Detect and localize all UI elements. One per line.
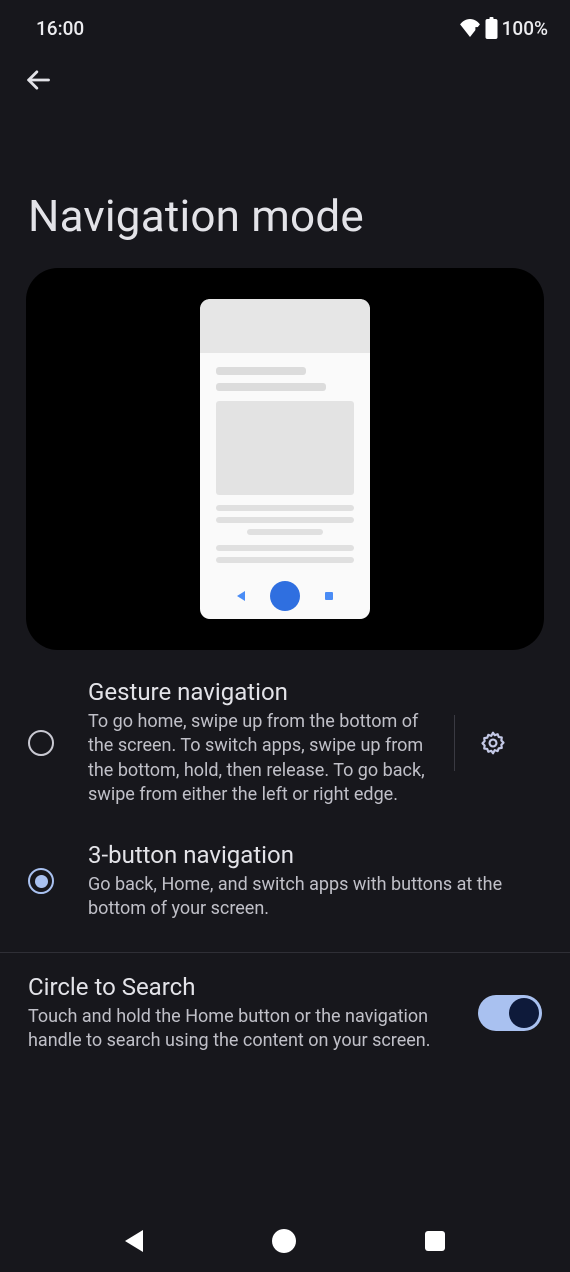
- system-home-button[interactable]: [272, 1229, 296, 1253]
- status-bar: 16:00 100%: [0, 0, 570, 50]
- mock-back-icon: [237, 591, 245, 601]
- option-title: Gesture navigation: [88, 678, 438, 706]
- option-description: To go home, swipe up from the bottom of …: [88, 710, 438, 807]
- system-nav-bar: [0, 1210, 570, 1272]
- option-title: 3-button navigation: [88, 841, 542, 869]
- mock-home-icon: [270, 581, 300, 611]
- option-text: 3-button navigation Go back, Home, and s…: [88, 841, 542, 922]
- back-button[interactable]: [22, 64, 54, 96]
- option-text: Gesture navigation To go home, swipe up …: [88, 678, 438, 807]
- wifi-icon: [459, 19, 481, 37]
- toggle-title: Circle to Search: [28, 973, 460, 1001]
- circle-to-search-toggle[interactable]: [478, 995, 542, 1031]
- gear-icon: [480, 730, 506, 756]
- switch-thumb: [509, 998, 539, 1028]
- radio-three-button[interactable]: [28, 868, 54, 894]
- phone-mockup: [200, 299, 370, 619]
- system-back-button[interactable]: [125, 1230, 143, 1252]
- navigation-preview: [26, 268, 544, 650]
- option-gesture-navigation[interactable]: Gesture navigation To go home, swipe up …: [0, 674, 570, 835]
- arrow-left-icon: [24, 66, 52, 94]
- radio-gesture[interactable]: [28, 730, 54, 756]
- mock-recent-icon: [325, 592, 333, 600]
- status-time: 16:00: [36, 17, 84, 40]
- system-recent-button[interactable]: [425, 1231, 445, 1251]
- divider: [454, 715, 455, 771]
- app-bar: [0, 50, 570, 110]
- option-three-button-navigation[interactable]: 3-button navigation Go back, Home, and s…: [0, 835, 570, 938]
- toggle-text: Circle to Search Touch and hold the Home…: [28, 973, 460, 1054]
- status-right: 100%: [459, 17, 548, 40]
- gesture-settings-button[interactable]: [471, 721, 515, 765]
- circle-to-search-row: Circle to Search Touch and hold the Home…: [0, 953, 570, 1074]
- battery-percent: 100%: [502, 17, 548, 40]
- option-description: Go back, Home, and switch apps with butt…: [88, 873, 542, 922]
- battery-icon: [485, 17, 498, 39]
- toggle-description: Touch and hold the Home button or the na…: [28, 1005, 460, 1054]
- page-title: Navigation mode: [0, 110, 570, 268]
